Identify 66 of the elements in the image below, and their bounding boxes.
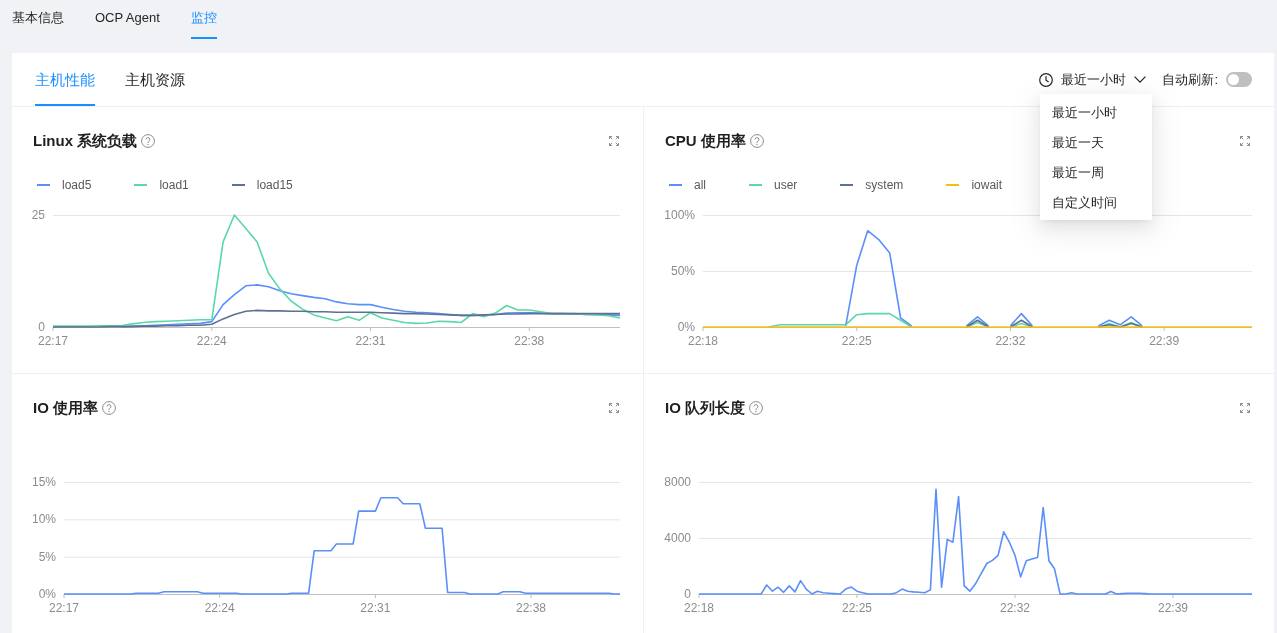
y-tick-label: 25: [31, 208, 45, 222]
help-icon[interactable]: [141, 134, 156, 148]
tab[interactable]: OCP Agent: [95, 0, 160, 39]
fullscreen-icon[interactable]: [1240, 403, 1250, 413]
fullscreen-icon[interactable]: [609, 136, 619, 146]
x-tick-label: 22:18: [688, 334, 718, 348]
help-icon[interactable]: [102, 401, 116, 415]
menu-item[interactable]: 最近一天: [1040, 127, 1153, 158]
x-tick-label: 22:32: [1000, 601, 1030, 615]
x-tick-label: 22:38: [516, 601, 547, 615]
y-tick-label: 100%: [664, 208, 695, 222]
time-range-dropdown[interactable]: 最近一小时: [1039, 69, 1147, 90]
legend-label: all: [694, 177, 706, 193]
x-tick-label: 22:17: [38, 334, 68, 348]
legend-label: load5: [62, 177, 92, 193]
x-tick-label: 22:18: [684, 601, 714, 615]
y-tick-label: 0: [684, 587, 691, 601]
legend-line-icon: [231, 184, 245, 186]
x-tick-label: 22:32: [995, 334, 1026, 348]
x-tick-label: 22:24: [196, 334, 227, 348]
legend-line-icon: [37, 184, 50, 186]
x-tick-label: 22:17: [49, 601, 79, 615]
menu-item[interactable]: 最近一周: [1040, 157, 1153, 188]
y-tick-label: 10%: [31, 512, 56, 527]
x-tick-label: 22:24: [204, 601, 235, 615]
menu-item[interactable]: 自定义时间: [1040, 187, 1153, 218]
y-tick-label: 0: [38, 320, 45, 334]
tab[interactable]: 基本信息: [12, 0, 64, 39]
legend-label: load15: [256, 177, 293, 193]
x-tick-label: 22:39: [1149, 334, 1180, 348]
auto-refresh-label: 自动刷新:: [1162, 70, 1218, 89]
fullscreen-icon[interactable]: [1240, 136, 1250, 146]
x-tick-label: 22:39: [1158, 601, 1188, 615]
menu-item[interactable]: 最近一小时: [1040, 97, 1153, 128]
chart-title: IO 队列长度: [665, 398, 745, 418]
chart-title: IO 使用率: [33, 398, 98, 418]
y-tick-label: 5%: [38, 549, 56, 564]
legend-label: iowait: [971, 177, 1003, 193]
legend-line-icon: [749, 184, 762, 186]
y-tick-label: 8000: [664, 475, 691, 489]
x-tick-label: 22:31: [360, 601, 391, 615]
help-icon[interactable]: [749, 401, 763, 415]
help-icon[interactable]: [749, 134, 764, 148]
x-tick-label: 22:31: [355, 334, 386, 348]
x-tick-label: 22:25: [841, 334, 872, 348]
y-tick-label: 0%: [677, 320, 695, 334]
legend-label: load1: [159, 177, 189, 193]
y-tick-label: 50%: [670, 264, 695, 278]
chart-title: Linux 系统负载: [33, 131, 138, 151]
legend-label: user: [774, 177, 798, 193]
x-tick-label: 22:25: [842, 601, 872, 615]
legend-label: system: [865, 177, 904, 193]
fullscreen-icon[interactable]: [609, 403, 619, 413]
legend-line-icon: [840, 184, 854, 186]
legend-line-icon: [946, 184, 960, 186]
y-tick-label: 15%: [31, 475, 56, 489]
y-tick-label: 0%: [38, 587, 56, 601]
legend-line-icon: [134, 184, 148, 186]
y-tick-label: 4000: [664, 531, 691, 545]
tab[interactable]: 主机资源: [125, 53, 185, 106]
toggle-switch[interactable]: [1226, 72, 1252, 87]
chevron-down-icon: [1134, 76, 1147, 83]
chart-title: CPU 使用率: [665, 131, 746, 151]
legend-line-icon: [669, 184, 682, 186]
x-tick-label: 22:38: [514, 334, 545, 348]
clock-icon: [1039, 72, 1054, 87]
